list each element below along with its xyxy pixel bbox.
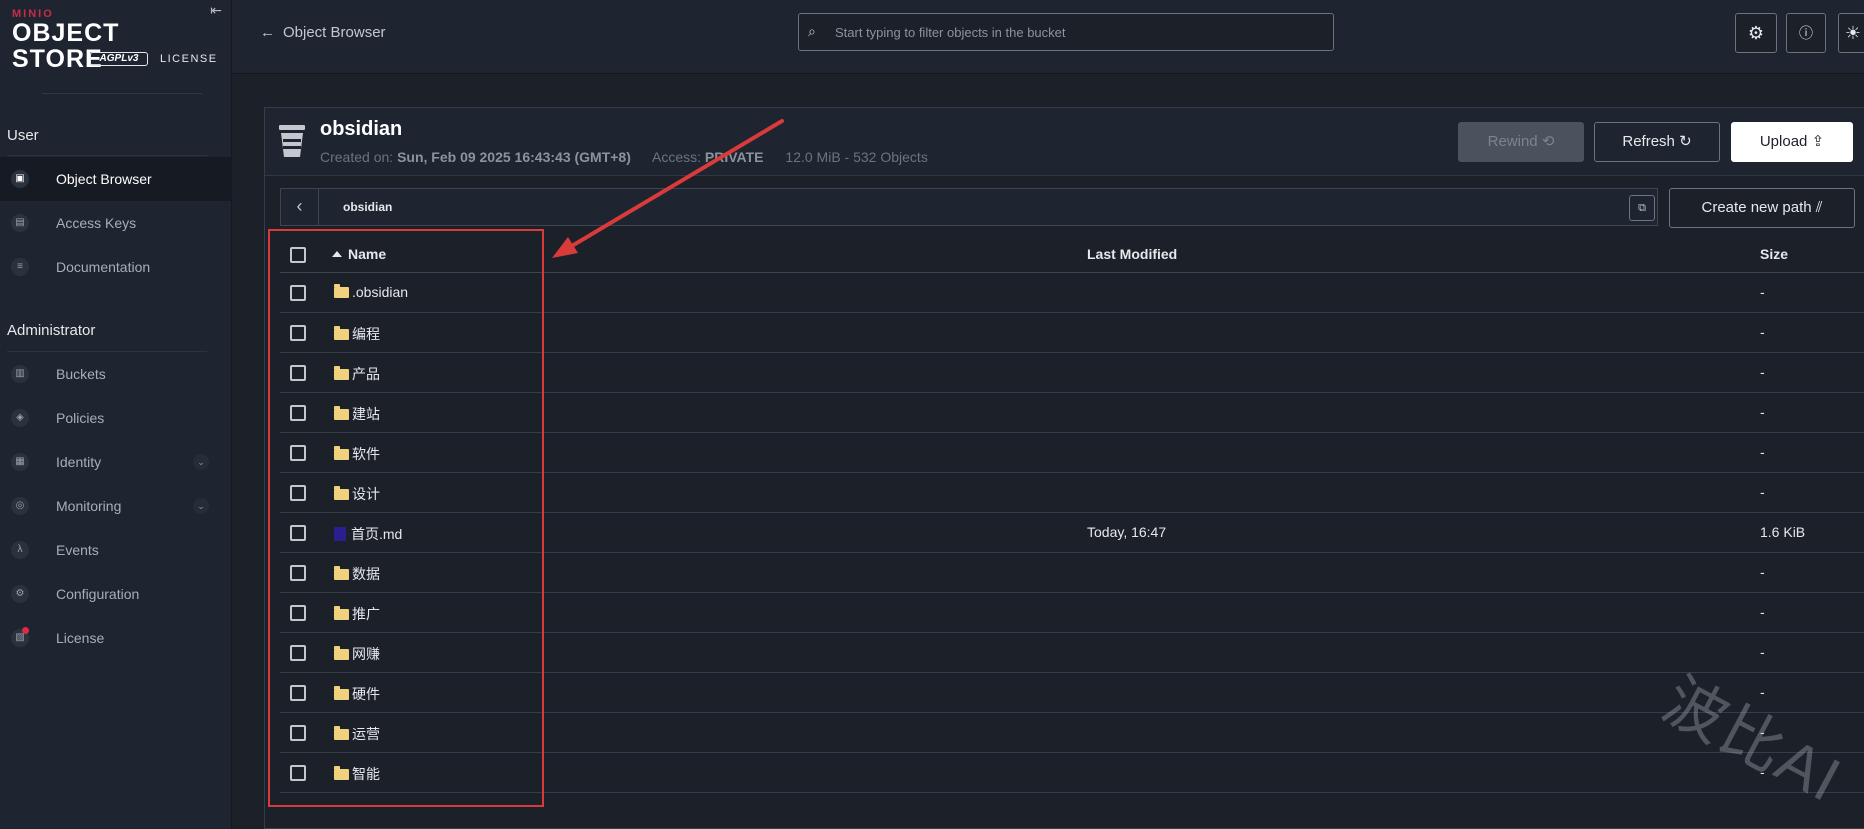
notification-dot	[22, 627, 29, 634]
bucket-usage: 12.0 MiB - 532 Objects	[785, 149, 928, 165]
sidebar-item-license[interactable]: ▧ License	[0, 616, 232, 660]
copy-icon: ⧉	[1638, 202, 1646, 214]
sidebar-item-label: Configuration	[56, 586, 140, 602]
column-header-size[interactable]: Size	[1760, 246, 1788, 262]
search-icon: ⌕	[808, 23, 816, 39]
sidebar-item-monitoring[interactable]: ◎ Monitoring ⌄	[0, 484, 232, 528]
identity-icon: ▦	[11, 453, 29, 471]
object-size: -	[1760, 284, 1765, 300]
object-size: -	[1760, 644, 1765, 660]
sidebar-item-policies[interactable]: ◈ Policies	[0, 396, 232, 440]
sidebar-item-object-browser[interactable]: ▣ Object Browser	[0, 157, 232, 201]
sidebar-item-label: Access Keys	[56, 215, 137, 231]
sidebar-item-buckets[interactable]: ▥ Buckets	[0, 352, 232, 396]
sidebar-item-label: Object Browser	[56, 171, 152, 187]
monitor-icon: ◎	[11, 497, 29, 515]
sidebar-item-label: License	[56, 630, 105, 646]
gear-icon: ⚙	[11, 585, 29, 603]
sidebar-item-label: Identity	[56, 454, 102, 470]
object-size: -	[1760, 604, 1765, 620]
new-path-icon: ⫽	[1815, 199, 1823, 216]
create-path-label: Create new path	[1701, 199, 1812, 216]
bucket-icon: ▥	[11, 365, 29, 383]
shield-icon: ◈	[11, 409, 29, 427]
object-last-modified: Today, 16:47	[1087, 524, 1167, 540]
upload-label: Upload	[1759, 133, 1808, 150]
sidebar-item-label: Policies	[56, 410, 105, 426]
back-label: Object Browser	[283, 24, 386, 41]
object-size: -	[1760, 404, 1765, 420]
sidebar-item-identity[interactable]: ▦ Identity ⌄	[0, 440, 232, 484]
sidebar-item-configuration[interactable]: ⚙ Configuration	[0, 572, 232, 616]
sidebar-item-label: Events	[56, 542, 99, 558]
refresh-button[interactable]: Refresh ↻	[1594, 122, 1720, 162]
gear-icon: ⚙	[1747, 23, 1765, 43]
help-icon: ⓘ	[1799, 25, 1813, 41]
refresh-label: Refresh	[1622, 133, 1675, 150]
search-input[interactable]	[835, 22, 1315, 42]
section-title-administrator: Administrator	[7, 322, 96, 339]
bucket-header: obsidian Created on: Sun, Feb 09 2025 16…	[265, 108, 1864, 176]
upload-button[interactable]: Upload ⇪	[1731, 122, 1853, 162]
sidebar-item-label: Documentation	[56, 259, 151, 275]
help-button[interactable]: ⓘ	[1786, 13, 1826, 53]
object-size: -	[1760, 324, 1765, 340]
breadcrumb: ‹ obsidian ⧉	[280, 188, 1658, 226]
object-size: -	[1760, 444, 1765, 460]
document-icon: ≡	[11, 258, 29, 276]
create-new-path-button[interactable]: Create new path ⫽	[1669, 188, 1855, 228]
sidebar-item-label: Buckets	[56, 366, 106, 382]
object-size: -	[1760, 564, 1765, 580]
refresh-icon: ↻	[1679, 133, 1692, 150]
chevron-left-icon: ‹	[296, 196, 303, 216]
sun-icon: ☀	[1844, 23, 1862, 43]
arrow-left-icon: ←	[260, 24, 275, 41]
divider	[42, 93, 202, 94]
path-back-button[interactable]: ‹	[281, 189, 319, 225]
minio-logo[interactable]: MINIO OBJECT STORE AGPLv3 LICENSE	[12, 8, 216, 74]
created-label: Created on:	[320, 149, 394, 165]
sidebar-item-events[interactable]: λ Events	[0, 528, 232, 572]
key-icon: ▤	[11, 214, 29, 232]
chevron-down-icon[interactable]: ⌄	[193, 454, 209, 470]
bucket-name: obsidian	[320, 118, 403, 140]
divider	[7, 155, 207, 156]
current-path[interactable]: obsidian	[343, 200, 392, 214]
theme-toggle-button[interactable]: ☀	[1838, 13, 1864, 53]
copy-path-button[interactable]: ⧉	[1629, 195, 1655, 221]
collapse-sidebar-icon[interactable]: ⇤	[206, 2, 226, 22]
history-icon: ⟲	[1541, 133, 1555, 150]
object-browser-icon: ▣	[11, 170, 29, 188]
object-size: -	[1760, 484, 1765, 500]
rewind-button[interactable]: Rewind ⟲	[1458, 122, 1584, 162]
sidebar-item-access-keys[interactable]: ▤ Access Keys	[0, 201, 232, 245]
sidebar-item-documentation[interactable]: ≡ Documentation	[0, 245, 232, 289]
back-link[interactable]: ← Object Browser	[260, 24, 386, 41]
bucket-icon	[279, 125, 305, 157]
logo-license-text: LICENSE	[160, 53, 218, 65]
section-title-user: User	[7, 127, 39, 144]
search-box: ⌕	[798, 13, 1334, 51]
settings-button[interactable]: ⚙	[1735, 13, 1777, 53]
object-size: -	[1760, 364, 1765, 380]
column-header-last-modified[interactable]: Last Modified	[1087, 246, 1177, 262]
sidebar: MINIO OBJECT STORE AGPLv3 LICENSE ⇤ User…	[0, 0, 232, 829]
lambda-icon: λ	[11, 541, 29, 559]
rewind-label: Rewind	[1487, 133, 1538, 150]
annotation-arrow	[552, 119, 784, 258]
annotation-box	[268, 229, 544, 807]
sidebar-item-label: Monitoring	[56, 498, 122, 514]
chevron-down-icon[interactable]: ⌄	[193, 498, 209, 514]
object-size: 1.6 KiB	[1760, 524, 1806, 540]
license-badge: AGPLv3	[90, 52, 148, 66]
upload-icon: ⇪	[1811, 133, 1825, 150]
